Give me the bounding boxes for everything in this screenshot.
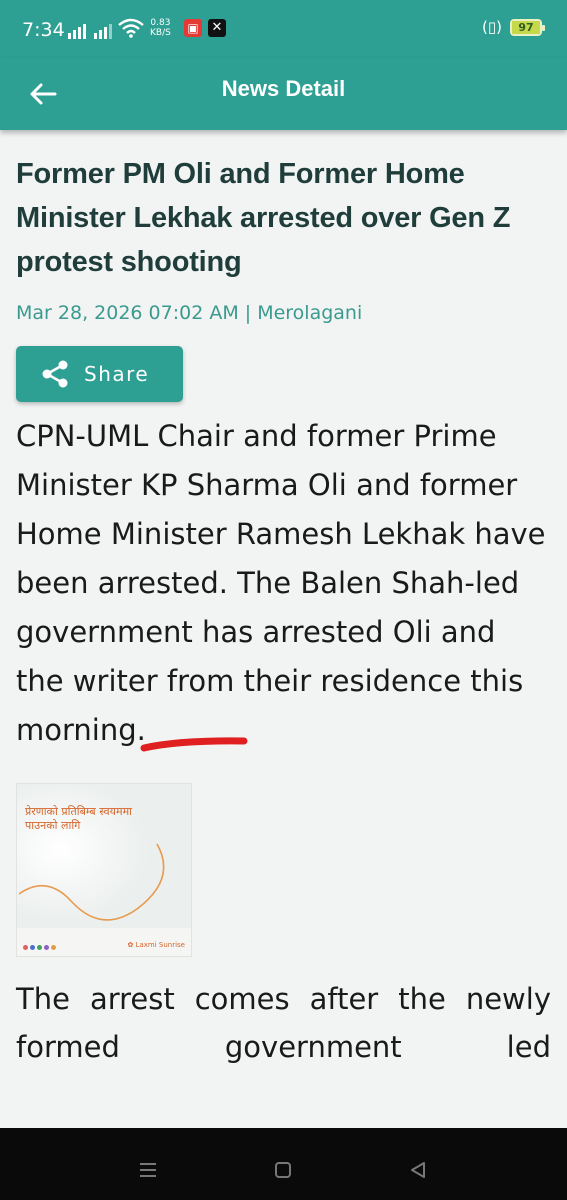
article-headline: Former PM Oli and Former Home Minister L… bbox=[16, 158, 511, 278]
home-icon bbox=[275, 1162, 291, 1178]
ad-text-line1: प्रेरणाको प्रतिबिम्ब स्वयममा bbox=[25, 805, 132, 818]
battery-level: 97 bbox=[512, 21, 540, 34]
network-speed-value: 0.83 bbox=[150, 18, 171, 28]
article-meta: Mar 28, 2026 07:02 AM | Merolagani bbox=[16, 302, 363, 324]
share-button[interactable]: Share bbox=[16, 346, 183, 402]
status-time: 7:34 bbox=[22, 19, 65, 41]
app-bar: News Detail bbox=[0, 58, 567, 130]
article: Former PM Oli and Former Home Minister L… bbox=[16, 130, 556, 1071]
share-label: Share bbox=[84, 362, 150, 386]
home-button[interactable] bbox=[263, 1150, 303, 1190]
status-bar: 7:34 0.83 KB/S ▣ ✕ (▯) 97 bbox=[0, 0, 567, 58]
ad-text-line2: पाउनको लागि bbox=[25, 819, 81, 832]
ad-brand-logo-icon: ✿ bbox=[127, 941, 134, 949]
x-app-icon: ✕ bbox=[208, 19, 226, 37]
menu-icon bbox=[140, 1163, 156, 1177]
wifi-icon bbox=[118, 18, 144, 42]
vibrate-icon: (▯) bbox=[482, 18, 502, 36]
notification-app-icon: ▣ bbox=[184, 19, 202, 37]
signal-icon bbox=[68, 21, 86, 39]
article-paragraph: CPN-UML Chair and former Prime Minister … bbox=[16, 412, 546, 755]
paragraph-text: CPN-UML Chair and former Prime Minister … bbox=[16, 419, 546, 747]
red-underline-annotation bbox=[140, 737, 248, 752]
share-icon bbox=[42, 360, 68, 388]
ad-dots bbox=[23, 945, 56, 950]
network-speed: 0.83 KB/S bbox=[150, 18, 171, 38]
system-nav-bar bbox=[0, 1128, 567, 1200]
signal-icon bbox=[94, 21, 112, 39]
ad-brand-name: Laxmi Sunrise bbox=[135, 941, 185, 949]
battery-icon: 97 bbox=[510, 19, 545, 36]
menu-button[interactable] bbox=[128, 1150, 168, 1190]
advertisement-banner[interactable]: प्रेरणाको प्रतिबिम्ब स्वयममा पाउनको लागि… bbox=[16, 783, 192, 957]
page-title: News Detail bbox=[221, 76, 346, 101]
ad-brand: ✿ Laxmi Sunrise bbox=[127, 941, 185, 949]
back-nav-button[interactable] bbox=[398, 1150, 438, 1190]
back-triangle-icon bbox=[411, 1162, 425, 1178]
network-speed-unit: KB/S bbox=[150, 28, 171, 38]
article-paragraph-2: The arrest comes after the newly formed … bbox=[16, 982, 551, 1064]
